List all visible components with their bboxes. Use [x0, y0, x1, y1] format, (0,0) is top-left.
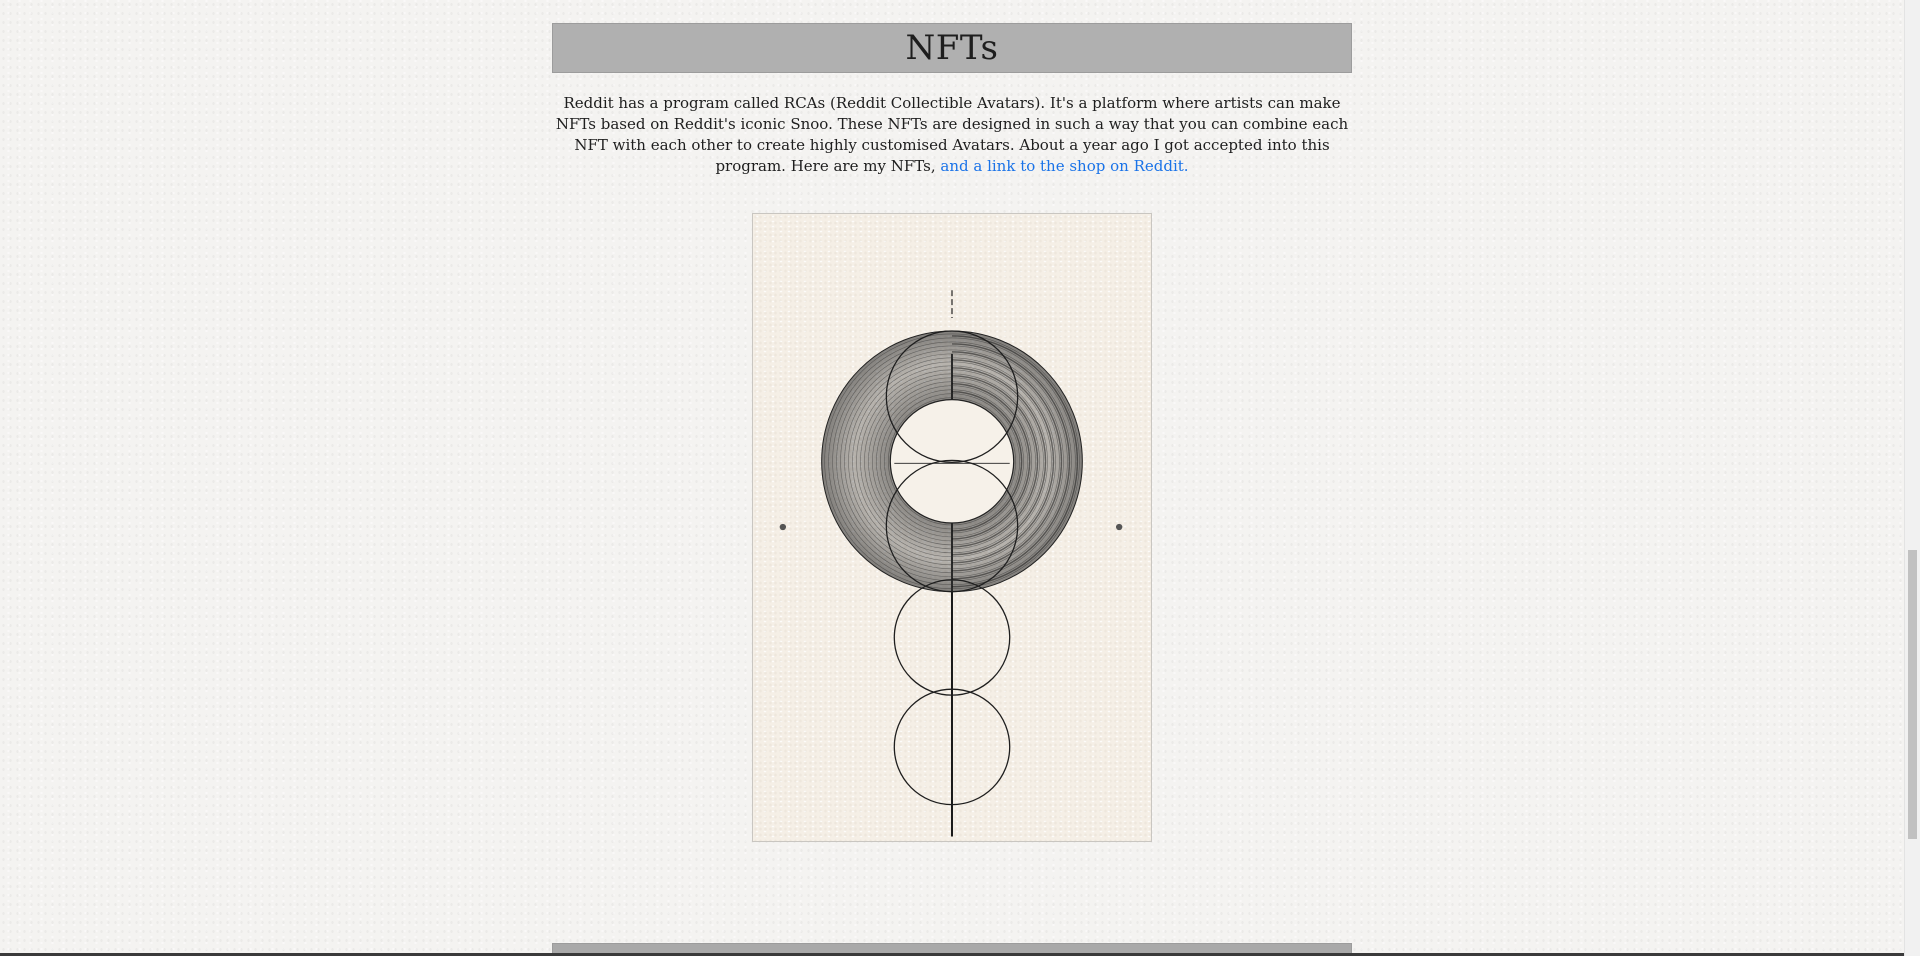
vertical-scrollbar[interactable] [1904, 0, 1920, 956]
page: NFTs Reddit has a program called RCAs (R… [0, 0, 1904, 956]
nft-artwork-image[interactable] [752, 213, 1152, 842]
reddit-shop-link[interactable]: and a link to the shop on Reddit. [940, 157, 1188, 175]
right-dot [1115, 523, 1123, 531]
section-title: NFTs [905, 28, 999, 68]
section-header: NFTs [552, 23, 1352, 73]
artwork-drawing [779, 290, 1123, 837]
section-intro: Reddit has a program called RCAs (Reddit… [552, 93, 1352, 177]
hatched-ring [821, 330, 1083, 593]
left-dot [779, 523, 787, 531]
scrollbar-thumb[interactable] [1908, 550, 1917, 839]
nft-section: NFTs Reddit has a program called RCAs (R… [552, 23, 1352, 177]
